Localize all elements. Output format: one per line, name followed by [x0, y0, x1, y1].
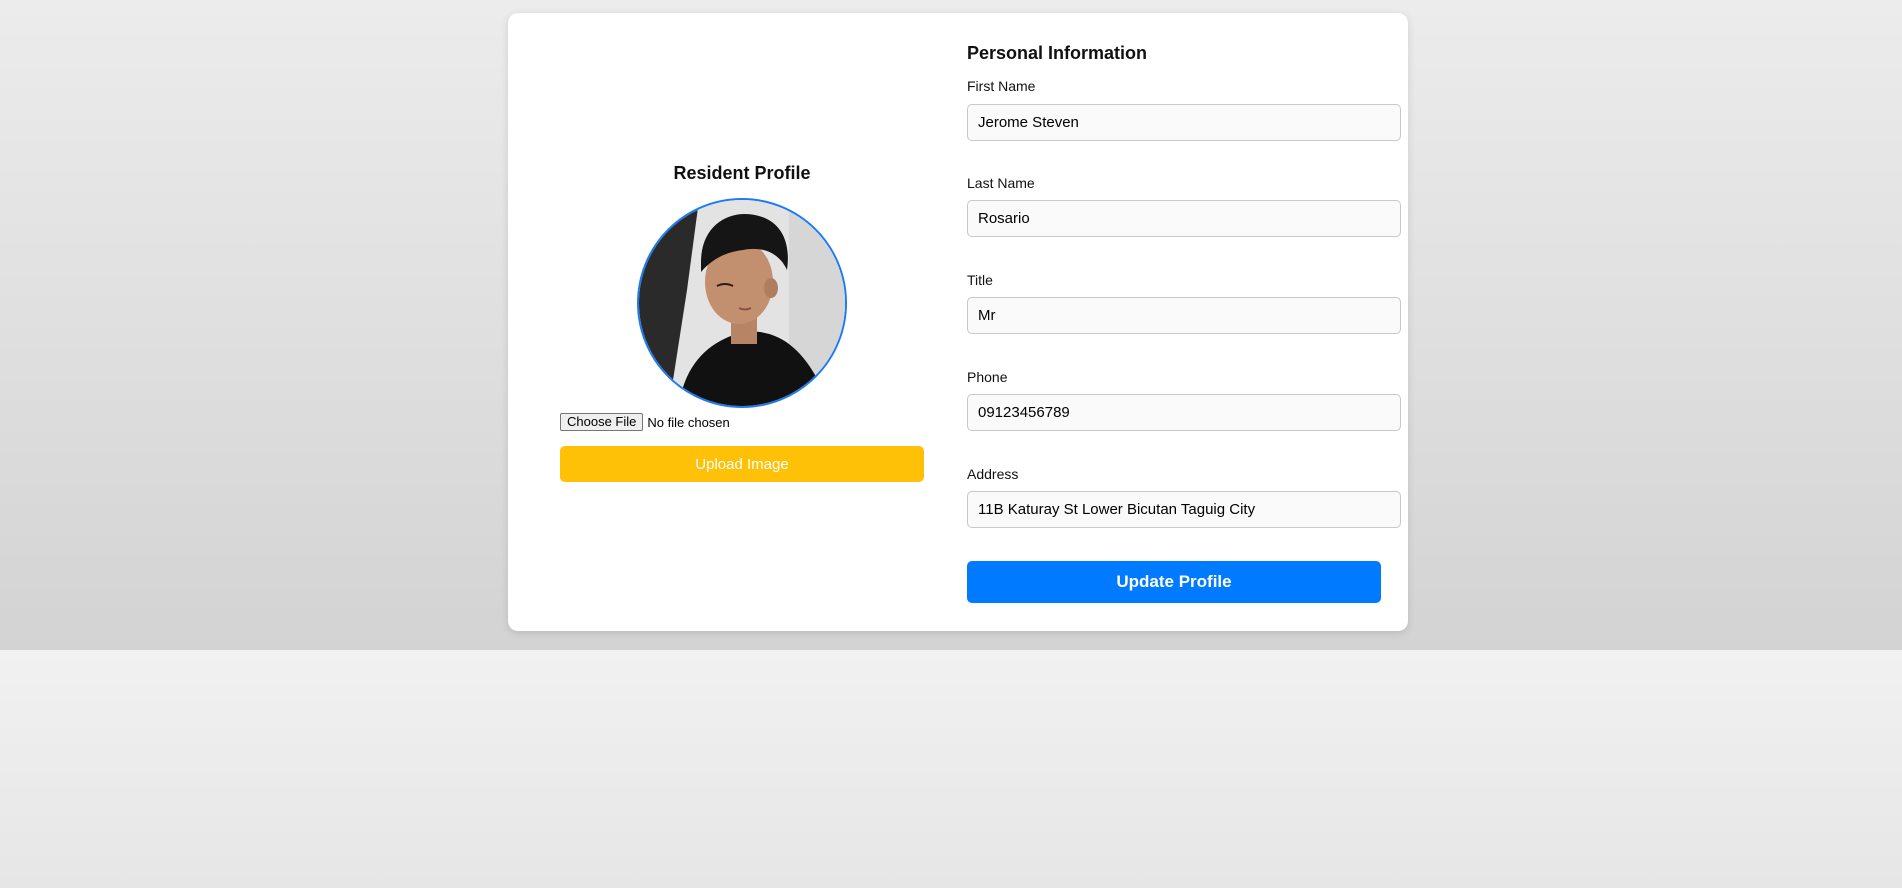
- personal-info-form: Personal Information First Name Last Nam…: [967, 13, 1401, 631]
- profile-panel: Resident Profile Choose File No file cho…: [560, 13, 924, 631]
- last-name-label: Last Name: [967, 175, 1035, 191]
- avatar-photo: [639, 200, 845, 406]
- address-field[interactable]: [967, 491, 1401, 528]
- phone-field[interactable]: [967, 394, 1401, 431]
- file-input[interactable]: Choose File No file chosen: [560, 412, 730, 432]
- first-name-field[interactable]: [967, 104, 1401, 141]
- choose-file-button[interactable]: Choose File: [560, 413, 644, 431]
- section-title: Personal Information: [967, 43, 1148, 63]
- title-field[interactable]: [967, 297, 1401, 334]
- address-label: Address: [967, 466, 1019, 482]
- phone-label: Phone: [967, 369, 1008, 385]
- upload-image-button[interactable]: Upload Image: [560, 446, 924, 482]
- profile-card: Resident Profile Choose File No file cho…: [508, 13, 1408, 631]
- update-profile-button[interactable]: Update Profile: [967, 561, 1381, 603]
- page-background-lower: [0, 650, 1902, 888]
- profile-title: Resident Profile: [673, 163, 811, 183]
- file-status-text: No file chosen: [647, 414, 730, 430]
- title-label: Title: [967, 272, 993, 288]
- last-name-field[interactable]: [967, 200, 1401, 237]
- avatar: [637, 198, 847, 408]
- first-name-label: First Name: [967, 78, 1036, 94]
